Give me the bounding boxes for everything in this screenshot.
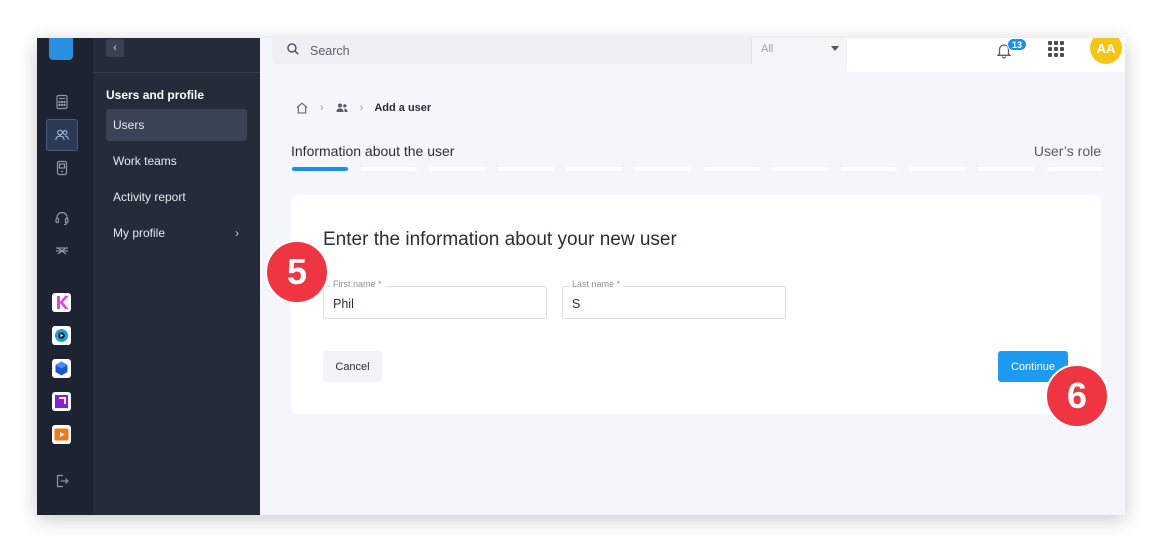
chevron-right-icon: › xyxy=(235,226,239,240)
breadcrumb: › › Add a user xyxy=(295,100,431,116)
step-segment xyxy=(1046,167,1103,171)
step-callout-6: 6 xyxy=(1045,364,1109,428)
step-last-label: User’s role xyxy=(1033,143,1101,159)
app-cube-icon[interactable] xyxy=(52,359,71,378)
subnav-item-users[interactable]: Users xyxy=(106,109,247,141)
subnav-item-label: Activity report xyxy=(113,190,186,204)
search-icon xyxy=(287,43,299,55)
last-name-field[interactable]: Last name * xyxy=(562,279,786,319)
device-icon[interactable] xyxy=(46,152,78,184)
notification-count-badge: 13 xyxy=(1007,38,1027,51)
apps-grid-icon[interactable] xyxy=(1048,41,1064,57)
app-play-icon[interactable] xyxy=(52,425,71,444)
subnav-item-work-teams[interactable]: Work teams xyxy=(106,145,247,177)
subnav-item-label: My profile xyxy=(113,226,166,240)
step-segment xyxy=(497,167,554,171)
logout-icon[interactable] xyxy=(46,465,78,497)
step-current-label: Information about the user xyxy=(291,143,455,159)
step-segment xyxy=(635,167,691,171)
search-input[interactable] xyxy=(310,41,710,61)
breadcrumb-separator-icon: › xyxy=(359,102,364,114)
app-window: ‹ Users and profile Users Work teams Act… xyxy=(37,38,1125,515)
breadcrumb-current: Add a user xyxy=(374,102,432,114)
first-name-input[interactable] xyxy=(333,297,533,311)
last-name-input[interactable] xyxy=(572,297,772,311)
home-icon[interactable] xyxy=(295,101,309,115)
first-name-label: First name * xyxy=(330,279,385,289)
app-k-icon[interactable] xyxy=(52,293,71,312)
app-shape-icon[interactable] xyxy=(52,392,71,411)
first-name-field[interactable]: First name * xyxy=(323,279,547,319)
step-segment xyxy=(772,167,829,171)
last-name-label: Last name * xyxy=(569,279,624,289)
network-icon[interactable] xyxy=(46,235,78,267)
step-segment xyxy=(360,167,417,171)
app-logo-icon[interactable] xyxy=(49,38,73,60)
collapse-sidebar-button[interactable]: ‹ xyxy=(106,39,124,57)
step-segment xyxy=(840,167,897,171)
form-title: Enter the information about your new use… xyxy=(323,229,677,250)
subnav-heading: Users and profile xyxy=(106,88,205,102)
subnav-item-label: Users xyxy=(113,118,145,132)
breadcrumb-separator-icon: › xyxy=(320,102,324,114)
sub-navigation: ‹ Users and profile Users Work teams Act… xyxy=(93,38,260,515)
step-segment-active xyxy=(292,167,348,171)
subnav-item-label: Work teams xyxy=(113,154,177,168)
icon-rail xyxy=(37,38,93,515)
search-scope-select[interactable]: All xyxy=(751,38,847,64)
headset-icon[interactable] xyxy=(46,202,78,234)
calculator-icon[interactable] xyxy=(46,86,78,118)
cancel-button[interactable]: Cancel xyxy=(323,351,382,382)
caret-down-icon xyxy=(831,46,839,51)
app-media-icon[interactable] xyxy=(52,326,71,345)
search-bar: All xyxy=(272,38,847,64)
users-icon[interactable] xyxy=(335,101,349,115)
users-icon[interactable] xyxy=(46,119,78,151)
search-scope-value: All xyxy=(761,43,774,55)
step-segment xyxy=(566,167,623,171)
new-user-form-card: Enter the information about your new use… xyxy=(291,195,1101,414)
divider xyxy=(93,72,260,73)
top-bar-strip xyxy=(847,38,1125,72)
step-callout-5: 5 xyxy=(265,240,329,304)
subnav-item-my-profile[interactable]: My profile › xyxy=(106,217,247,249)
chevron-left-icon: ‹ xyxy=(113,42,117,54)
step-segment xyxy=(909,167,966,171)
step-segment xyxy=(429,167,486,171)
step-segment xyxy=(978,167,1034,171)
step-segment xyxy=(703,167,760,171)
subnav-item-activity-report[interactable]: Activity report xyxy=(106,181,247,213)
